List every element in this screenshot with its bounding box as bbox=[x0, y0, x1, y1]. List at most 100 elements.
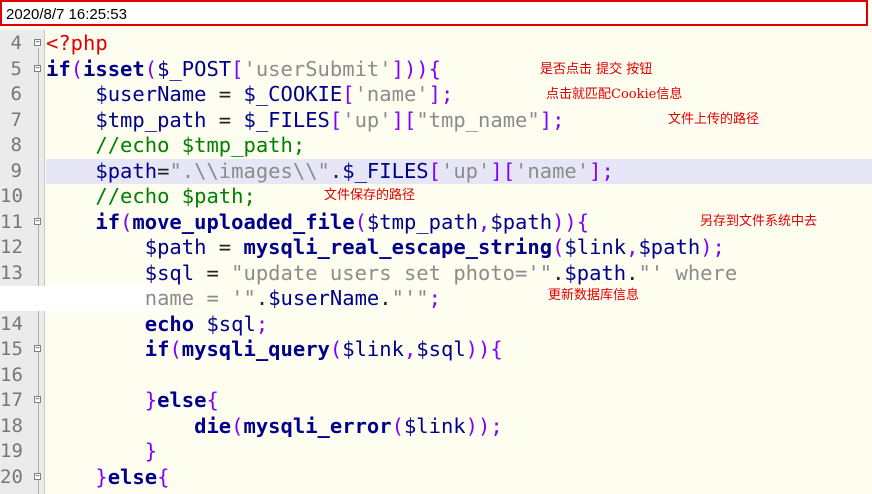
code-line[interactable]: 16 bbox=[0, 363, 872, 389]
fold-toggle-icon[interactable]: − bbox=[34, 472, 41, 480]
code-line[interactable]: 6 $userName = $_COOKIE['name']; bbox=[0, 82, 872, 108]
code-line[interactable]: 4 − <?php bbox=[0, 31, 872, 57]
code-token: ]; bbox=[539, 107, 565, 132]
code-token: ( bbox=[70, 56, 84, 81]
code-token: ".\\images\\" bbox=[169, 158, 330, 183]
code-token: 'name' bbox=[515, 158, 590, 183]
fold-toggle-icon[interactable]: − bbox=[34, 396, 41, 403]
code-token: ( bbox=[391, 413, 404, 438]
code-token: ( bbox=[354, 209, 367, 234]
code-token: ); bbox=[700, 235, 725, 259]
code-token: isset bbox=[83, 56, 145, 81]
line-number: 12 bbox=[0, 236, 23, 258]
line-number: 7 bbox=[10, 108, 22, 131]
code-token: $userName bbox=[268, 286, 380, 310]
line-number: 6 bbox=[10, 83, 22, 105]
code-token: [ bbox=[231, 56, 244, 81]
code-token: "update users set photo='" bbox=[231, 260, 553, 285]
code-text: $path=".\\images\\".$_FILES['up']['name'… bbox=[46, 158, 613, 184]
line-number: 9 bbox=[10, 159, 22, 182]
code-token: $link bbox=[403, 413, 466, 438]
code-line[interactable]: 14 echo $sql; bbox=[0, 312, 872, 338]
code-line[interactable]: 9 $path=".\\images\\".$_FILES['up']['nam… bbox=[11, 158, 872, 184]
code-text: die(mysqli_error($link)); bbox=[46, 414, 503, 439]
code-text: $sql = "update users set photo='".$path.… bbox=[46, 261, 737, 286]
code-text: <?php bbox=[46, 31, 108, 56]
code-token: 'up' bbox=[440, 158, 491, 183]
code-line[interactable]: 13 $sql = "update users set photo='".$pa… bbox=[0, 261, 872, 287]
code-token: = bbox=[194, 260, 232, 285]
annotation-save-path: 文件保存的路径 bbox=[324, 188, 416, 203]
code-text: //echo $path; bbox=[46, 184, 256, 209]
line-number: 10 bbox=[0, 185, 23, 207]
line-number: 13 bbox=[0, 261, 23, 284]
code-text: //echo $tmp_path; bbox=[46, 133, 305, 158]
code-token: else bbox=[107, 464, 158, 489]
code-token: mysqli_real_escape_string bbox=[243, 235, 553, 259]
line-number: 11 bbox=[0, 210, 23, 233]
code-token: } bbox=[144, 439, 158, 463]
fold-toggle-icon[interactable]: − bbox=[34, 217, 41, 225]
code-token: ( bbox=[144, 56, 158, 81]
code-line[interactable]: 17 − }else{ bbox=[0, 388, 872, 414]
annotation-upload-path: 文件上传的路径 bbox=[668, 112, 760, 127]
code-token: if bbox=[95, 209, 121, 234]
code-token: , bbox=[403, 337, 417, 361]
code-token: $link bbox=[564, 235, 627, 259]
code-token: . bbox=[626, 260, 639, 285]
code-token: $sql bbox=[206, 311, 256, 336]
line-number: 17 bbox=[0, 389, 23, 411]
code-token: , bbox=[478, 209, 491, 234]
code-token: ; bbox=[428, 286, 441, 310]
code-token: )) bbox=[465, 337, 491, 361]
code-token: = bbox=[206, 235, 244, 259]
code-text: $path = mysqli_real_escape_string($link,… bbox=[46, 235, 725, 260]
code-token: "tmp_name" bbox=[416, 107, 540, 132]
code-token: { bbox=[206, 388, 219, 412]
code-token: //echo $path; bbox=[95, 184, 256, 208]
code-token: $path bbox=[95, 158, 158, 183]
code-token: if bbox=[46, 56, 71, 81]
code-line[interactable]: 20 − }else{ bbox=[0, 465, 872, 491]
code-token: = bbox=[206, 82, 244, 106]
code-line[interactable]: name = '".$userName."'"; bbox=[0, 286, 872, 312]
code-token: move_uploaded_file bbox=[132, 209, 355, 234]
code-line[interactable]: 12 $path = mysqli_real_escape_string($li… bbox=[0, 235, 872, 261]
fold-toggle-icon[interactable]: − bbox=[34, 345, 41, 352]
annotation-cookie: 点击就匹配Cookie信息 bbox=[546, 87, 683, 102]
code-token: $path bbox=[144, 235, 207, 259]
code-token: $path bbox=[638, 235, 701, 259]
code-token: { bbox=[157, 464, 170, 489]
code-token: ])) bbox=[391, 56, 429, 81]
code-text: if(isset($_POST['userSubmit'])){ bbox=[46, 57, 441, 82]
code-token: $_FILES bbox=[342, 158, 429, 183]
code-token: { bbox=[428, 56, 441, 81]
line-number: 16 bbox=[0, 363, 23, 386]
code-token: $_POST bbox=[157, 56, 232, 81]
code-text: }else{ bbox=[46, 465, 169, 490]
code-token: $_FILES bbox=[243, 107, 330, 132]
fold-toggle-icon[interactable]: − bbox=[34, 64, 41, 72]
line-number: 5 bbox=[10, 57, 22, 80]
code-line[interactable]: 18 die(mysqli_error($link)); bbox=[0, 414, 872, 440]
code-line[interactable]: 15− if(mysqli_query($link,$sql)){ bbox=[0, 337, 872, 363]
code-token: } bbox=[144, 388, 158, 412]
fold-toggle-icon[interactable]: − bbox=[34, 39, 41, 46]
code-token: } bbox=[95, 464, 108, 489]
code-token: . bbox=[552, 260, 565, 285]
code-line[interactable]: 19 } bbox=[0, 439, 872, 465]
code-line[interactable]: 10 //echo $path; bbox=[0, 184, 872, 210]
code-token: 'name' bbox=[354, 82, 429, 106]
code-line[interactable]: 5 − if(isset($_POST['userSubmit'])){ bbox=[0, 57, 872, 83]
code-token: [ bbox=[342, 82, 355, 106]
code-line[interactable]: 8 //echo $tmp_path; bbox=[0, 133, 872, 159]
code-token: 'up' bbox=[342, 107, 392, 132]
code-token: $path bbox=[490, 209, 553, 234]
code-token: //echo $tmp_path; bbox=[95, 133, 306, 157]
code-token: $_COOKIE bbox=[243, 82, 343, 106]
